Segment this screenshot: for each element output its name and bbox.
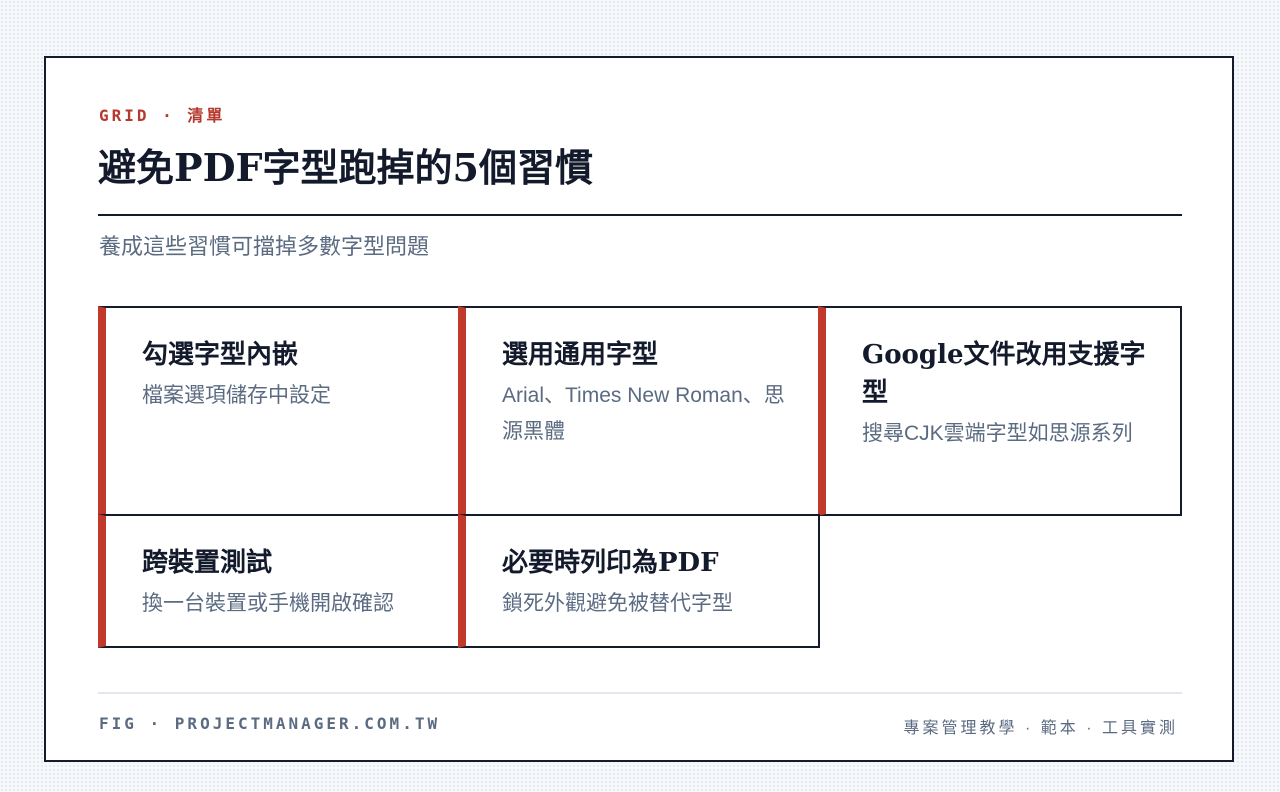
habit-desc: 搜尋CJK雲端字型如思源系列 [862,422,1133,445]
habit-card-google-docs: Google文件改用支援字型 搜尋CJK雲端字型如思源系列 [818,306,1182,516]
footer-divider [98,692,1182,694]
habit-title: Google文件改用支援字型 [862,340,1146,408]
page-subtitle: 養成這些習慣可擋掉多數字型問題 [99,234,430,259]
content-card: GRID · 清單 避免PDF字型跑掉的5個習慣 養成這些習慣可擋掉多數字型問題… [44,56,1234,762]
habit-title: 勾選字型內嵌 [142,340,299,370]
habit-title: 跨裝置測試 [142,548,273,578]
habit-desc: 鎖死外觀避免被替代字型 [502,592,733,615]
habit-card-embed-fonts: 勾選字型內嵌 檔案選項儲存中設定 [98,306,460,516]
eyebrow-label: GRID · 清單 [99,106,226,125]
habit-card-print-pdf: 必要時列印為PDF 鎖死外觀避免被替代字型 [458,514,820,648]
title-divider [98,214,1182,216]
habit-desc: Arial、Times New Roman、思源黑體 [502,384,785,443]
habits-grid: 勾選字型內嵌 檔案選項儲存中設定 選用通用字型 Arial、Times New … [98,306,1182,648]
habit-card-cross-device: 跨裝置測試 換一台裝置或手機開啟確認 [98,514,460,648]
habit-title: 必要時列印為PDF [502,548,719,578]
habit-desc: 換一台裝置或手機開啟確認 [142,592,394,615]
habit-desc: 檔案選項儲存中設定 [142,384,331,407]
footer-tags: 專案管理教學 · 範本 · 工具實測 [903,720,1178,737]
habit-title: 選用通用字型 [502,340,659,370]
habit-card-common-fonts: 選用通用字型 Arial、Times New Roman、思源黑體 [458,306,820,516]
footer-source: FIG · PROJECTMANAGER.COM.TW [99,714,441,733]
page-title: 避免PDF字型跑掉的5個習慣 [98,145,593,190]
